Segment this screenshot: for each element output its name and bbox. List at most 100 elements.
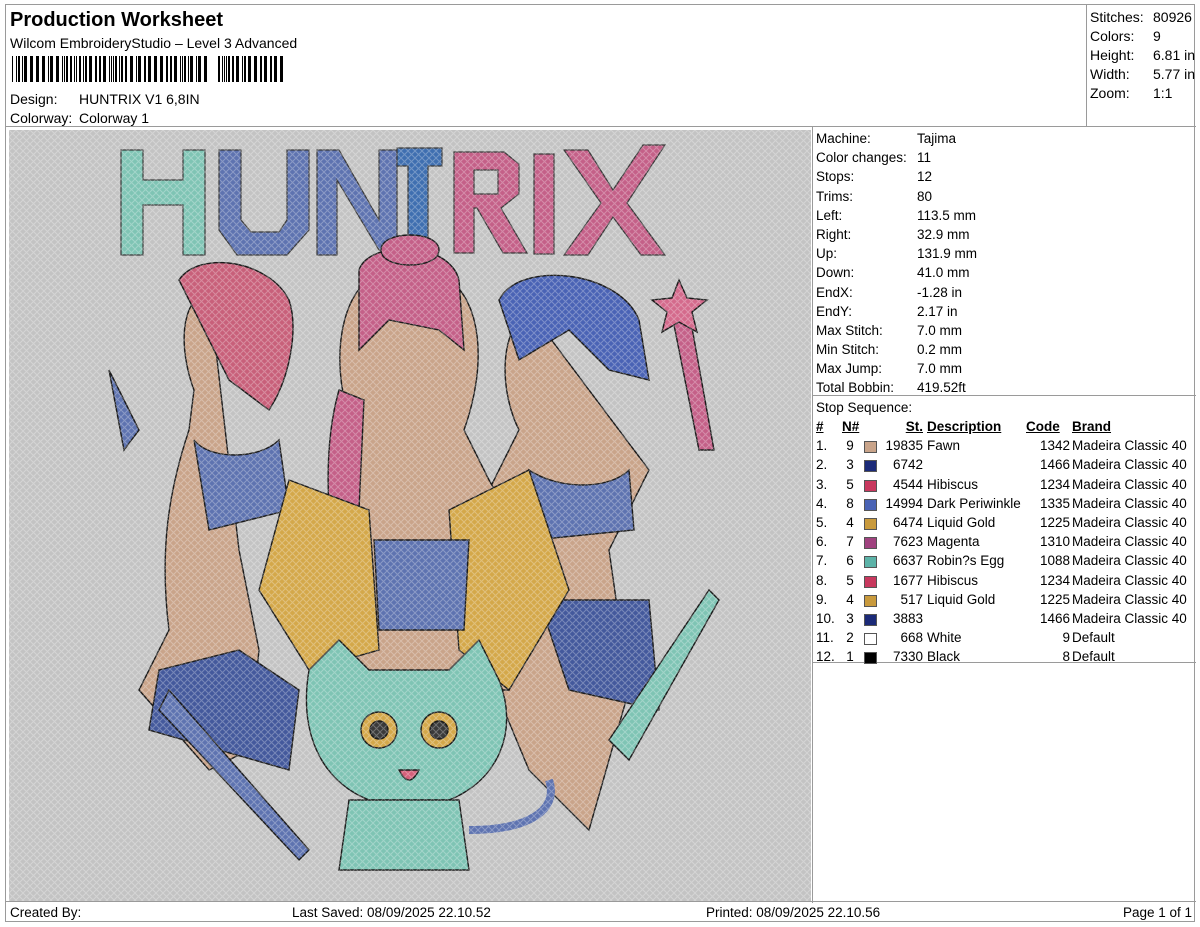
machine-key: EndX: [816, 284, 853, 300]
info-panel: Machine: Tajima Color changes: 11 Stops: 12 Tr… [812, 127, 1196, 903]
colorway-label: Colorway: [10, 110, 73, 126]
color-description: Dark Periwinkle [927, 495, 1021, 511]
color-swatch [864, 556, 877, 569]
machine-value: 41.0 mm [917, 265, 970, 281]
thread-code: 8 [1062, 649, 1070, 665]
thread-code: 1342 [1039, 438, 1070, 454]
needle-number: 4 [846, 591, 854, 607]
color-swatch [864, 460, 877, 473]
colorway-name: Colorway 1 [79, 110, 150, 126]
summary-row-height: Height: 6.81 in [1090, 47, 1195, 63]
machine-row: EndX: -1.28 in [816, 285, 977, 304]
thread-code: 1234 [1039, 476, 1070, 492]
header-needle: N# [842, 419, 860, 434]
stitch-texture [9, 130, 811, 902]
machine-value: 12 [917, 169, 933, 185]
machine-key: EndY: [816, 303, 853, 319]
summary-key: Zoom: [1090, 85, 1130, 101]
machine-key: Stops: [816, 169, 855, 185]
printed-date: Printed: 08/09/2025 22.10.56 [706, 905, 881, 920]
row-number: 6. [816, 534, 828, 550]
color-description: Hibiscus [927, 572, 979, 588]
thread-code: 1466 [1039, 457, 1070, 473]
table-row: 3. 5 4544 Hibiscus 1234 Madeira Classic 40 [812, 476, 1196, 495]
summary-value: 9 [1153, 28, 1161, 44]
needle-number: 5 [846, 476, 854, 492]
needle-number: 2 [846, 630, 854, 646]
machine-key: Down: [816, 265, 855, 281]
color-description: Robin?s Egg [927, 553, 1005, 569]
color-swatch [864, 633, 877, 646]
thread-brand: Madeira Classic 40 [1072, 610, 1187, 626]
row-number: 12. [816, 649, 835, 665]
stitch-count: 4544 [892, 476, 923, 492]
color-swatch [864, 479, 877, 492]
stitch-count: 3883 [892, 610, 923, 626]
worksheet-footer: Created By: Last Saved: 08/09/2025 22.10… [6, 901, 1196, 923]
row-number: 7. [816, 553, 828, 569]
row-number: 9. [816, 591, 828, 607]
color-swatch [864, 613, 877, 626]
machine-row: Min Stitch: 0.2 mm [816, 342, 977, 361]
machine-row: Down: 41.0 mm [816, 265, 977, 284]
thread-brand: Madeira Classic 40 [1072, 476, 1187, 492]
needle-number: 8 [846, 495, 854, 511]
machine-key: Machine: [816, 131, 871, 146]
header-stitches: St. [905, 419, 923, 434]
stop-sequence: Stop Sequence: # N# St. Description Code… [812, 395, 1196, 665]
table-row: 9. 4 517 Liquid Gold 1225 Madeira Classic 40 [812, 591, 1196, 610]
row-number: 10. [816, 610, 835, 626]
summary-key: Width: [1090, 66, 1130, 82]
thread-brand: Madeira Classic 40 [1072, 514, 1187, 530]
thread-brand: Madeira Classic 40 [1072, 534, 1187, 550]
created-by: Created By: [10, 905, 82, 920]
color-swatch [864, 517, 877, 530]
color-swatch [864, 594, 877, 607]
stitch-count: 19835 [885, 438, 923, 454]
row-number: 2. [816, 457, 828, 473]
thread-code: 1466 [1039, 610, 1070, 626]
summary-key: Stitches: [1090, 9, 1144, 25]
machine-row: Up: 131.9 mm [816, 246, 977, 265]
table-row: 11. 2 668 White 9 Default [812, 629, 1196, 648]
design-row: Design: HUNTRIX V1 6,8IN [10, 91, 200, 107]
thread-code: 1335 [1039, 495, 1070, 511]
color-description: Hibiscus [927, 476, 979, 492]
color-description: Liquid Gold [927, 514, 996, 530]
summary-value: 80926 [1153, 9, 1192, 25]
color-description: Black [927, 649, 961, 665]
machine-value: 113.5 mm [917, 207, 977, 223]
color-description: White [927, 630, 962, 646]
header-description: Description [927, 419, 1002, 434]
summary-key: Colors: [1090, 28, 1135, 44]
summary-value: 5.77 in [1153, 66, 1196, 82]
machine-value: Tajima [917, 131, 957, 146]
machine-row: Trims: 80 [816, 189, 977, 208]
summary-key: Height: [1090, 47, 1135, 63]
needle-number: 3 [846, 457, 854, 473]
thread-brand: Madeira Classic 40 [1072, 553, 1187, 569]
machine-value: 80 [917, 188, 933, 204]
color-description: Magenta [927, 534, 980, 550]
machine-key: Max Jump: [816, 361, 883, 377]
machine-key: Right: [816, 226, 852, 242]
thread-code: 1225 [1039, 591, 1070, 607]
table-row: 1. 9 19835 Fawn 1342 Madeira Classic 40 [812, 437, 1196, 456]
summary-row-colors: Colors: 9 [1090, 28, 1161, 44]
thread-code: 1234 [1039, 572, 1070, 588]
table-row: 10. 3 3883 1466 Madeira Classic 40 [812, 610, 1196, 629]
thread-brand: Madeira Classic 40 [1072, 591, 1187, 607]
thread-code: 1088 [1039, 553, 1070, 569]
machine-key: Color changes: [816, 150, 907, 166]
barcode [12, 56, 283, 82]
row-number: 4. [816, 495, 828, 511]
stitch-count: 7330 [892, 649, 923, 665]
thread-code: 1225 [1039, 514, 1070, 530]
table-row: 12. 1 7330 Black 8 Default [812, 648, 1196, 667]
production-worksheet: Production Worksheet Wilcom EmbroiderySt… [5, 4, 1196, 923]
stop-rows: 1. 9 19835 Fawn 1342 Madeira Classic 40 2. 3 674… [812, 437, 1196, 667]
thread-brand: Madeira Classic 40 [1072, 495, 1187, 511]
stitch-count: 1677 [892, 572, 923, 588]
design-preview[interactable] [9, 130, 811, 902]
machine-key: Total Bobbin: [816, 380, 895, 396]
